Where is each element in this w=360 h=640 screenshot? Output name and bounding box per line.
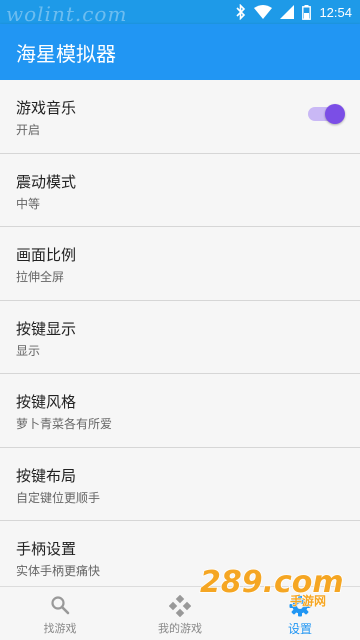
battery-icon xyxy=(302,4,312,20)
setting-value: 拉伸全屏 xyxy=(16,270,65,284)
status-bar: wolint.com 12:54 xyxy=(0,0,360,26)
search-icon xyxy=(51,596,70,615)
bottom-nav: 找游戏 我的游戏 设置 xyxy=(0,586,360,640)
nav-label: 我的游戏 xyxy=(158,623,202,635)
setting-title: 按键风格 xyxy=(16,394,77,411)
game-music-toggle[interactable] xyxy=(308,104,345,124)
status-icons: 12:54 xyxy=(236,3,352,21)
clock: 12:54 xyxy=(319,4,352,20)
watermark-text: wolint.com xyxy=(6,2,128,26)
setting-value: 自定键位更顺手 xyxy=(16,490,101,505)
setting-title: 游戏音乐 xyxy=(16,100,77,117)
nav-find-games[interactable]: 找游戏 xyxy=(0,587,120,640)
setting-title: 画面比例 xyxy=(16,247,77,264)
settings-list: 游戏音乐 开启 震动模式 中等 画面比例 拉伸全屏 按键显示 显示 按键风格 萝… xyxy=(0,80,360,592)
nav-my-games[interactable]: 我的游戏 xyxy=(120,587,240,640)
signal-icon xyxy=(280,5,295,19)
setting-title: 按键布局 xyxy=(16,467,77,485)
gamepad-icon xyxy=(169,595,191,617)
nav-settings[interactable]: 设置 xyxy=(240,587,360,640)
setting-gamepad[interactable]: 手柄设置 实体手柄更痛快 xyxy=(0,521,360,592)
nav-label: 设置 xyxy=(287,622,312,636)
setting-key-style[interactable]: 按键风格 萝卜青菜各有所爱 xyxy=(0,374,360,448)
bluetooth-icon xyxy=(236,4,246,20)
setting-game-music[interactable]: 游戏音乐 开启 xyxy=(0,80,360,154)
setting-key-display[interactable]: 按键显示 显示 xyxy=(0,300,360,374)
setting-title: 手柄设置 xyxy=(16,541,77,558)
wifi-icon xyxy=(254,5,273,19)
setting-vibration-mode[interactable]: 震动模式 中等 xyxy=(0,153,360,227)
setting-value: 开启 xyxy=(16,123,41,137)
gear-icon xyxy=(289,595,311,617)
setting-value: 中等 xyxy=(16,196,41,211)
setting-value: 萝卜青菜各有所爱 xyxy=(16,417,113,431)
setting-title: 按键显示 xyxy=(16,320,77,338)
setting-value: 实体手柄更痛快 xyxy=(16,564,101,578)
setting-value: 显示 xyxy=(16,343,41,358)
setting-title: 震动模式 xyxy=(16,173,77,191)
nav-label: 找游戏 xyxy=(43,623,77,635)
toggle-knob xyxy=(325,104,345,124)
setting-screen-ratio[interactable]: 画面比例 拉伸全屏 xyxy=(0,227,360,301)
app-bar: 海星模拟器 xyxy=(0,24,360,80)
app-title: 海星模拟器 xyxy=(16,44,116,66)
setting-key-layout[interactable]: 按键布局 自定键位更顺手 xyxy=(0,447,360,521)
